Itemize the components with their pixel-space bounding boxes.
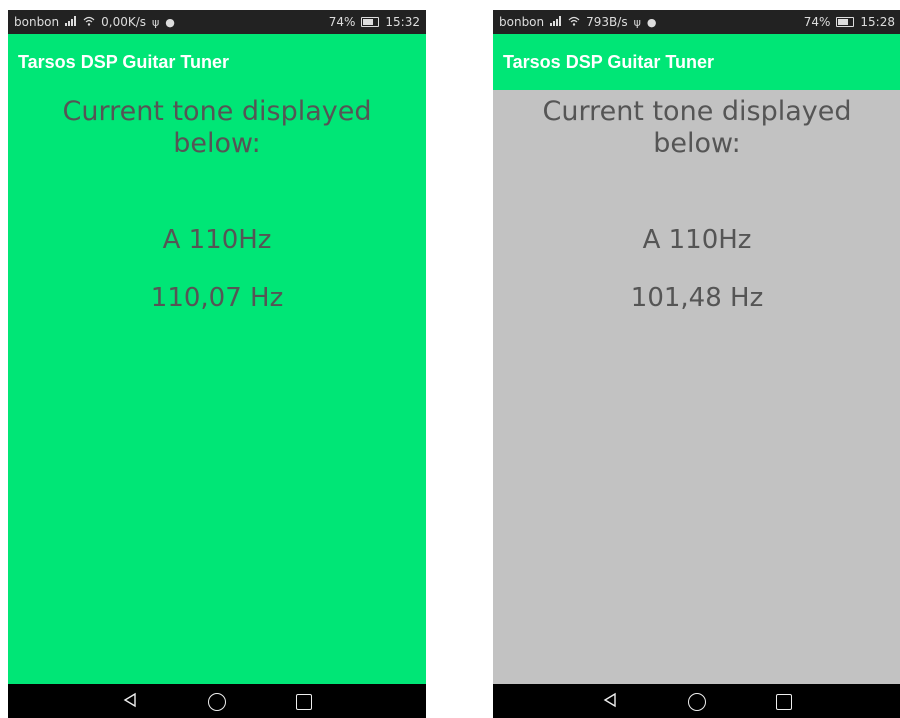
clock: 15:28 [860, 15, 895, 29]
battery-percent: 74% [328, 15, 356, 29]
app-bar: Tarsos DSP Guitar Tuner [8, 34, 426, 90]
tuner-display: Current tone displayed below: A 110Hz 11… [8, 90, 426, 684]
carrier-label: bonbon [499, 15, 545, 29]
back-icon[interactable] [122, 692, 138, 712]
detected-frequency: 110,07 Hz [150, 282, 284, 313]
tone-heading: Current tone displayed below: [542, 96, 852, 160]
tone-heading: Current tone displayed below: [62, 96, 372, 160]
wifi-icon [83, 16, 95, 29]
signal-icon [550, 15, 562, 29]
messenger-icon: ● [165, 15, 175, 29]
app-bar: Tarsos DSP Guitar Tuner [493, 34, 900, 90]
recent-apps-icon[interactable] [296, 694, 312, 710]
navigation-bar [493, 684, 900, 718]
detected-frequency: 101,48 Hz [630, 282, 764, 313]
network-speed: 0,00K/s [101, 15, 147, 29]
wifi-icon [568, 16, 580, 29]
battery-icon [361, 17, 380, 27]
status-bar: bonbon 0,00K/s ψ ● 74% 15:32 [8, 10, 426, 34]
recent-apps-icon[interactable] [776, 694, 792, 710]
app-title: Tarsos DSP Guitar Tuner [503, 51, 715, 72]
home-icon[interactable] [208, 693, 226, 711]
usb-icon: ψ [633, 15, 641, 29]
battery-percent: 74% [803, 15, 831, 29]
usb-icon: ψ [152, 15, 160, 29]
clock: 15:32 [385, 15, 420, 29]
home-icon[interactable] [688, 693, 706, 711]
target-note: A 110Hz [642, 224, 752, 255]
tuner-display: Current tone displayed below: A 110Hz 10… [493, 90, 900, 684]
navigation-bar [8, 684, 426, 718]
carrier-label: bonbon [14, 15, 60, 29]
phone-screen-in-tune: bonbon 0,00K/s ψ ● 74% 15:32 Tarsos DSP … [8, 10, 426, 718]
target-note: A 110Hz [162, 224, 272, 255]
signal-icon [65, 15, 77, 29]
messenger-icon: ● [646, 15, 657, 29]
back-icon[interactable] [602, 692, 618, 712]
battery-icon [836, 17, 855, 27]
status-bar: bonbon 793B/s ψ ● 74% 15:28 [493, 10, 900, 34]
phone-screen-off-tune: bonbon 793B/s ψ ● 74% 15:28 Tarsos DSP G… [493, 10, 900, 718]
app-title: Tarsos DSP Guitar Tuner [18, 51, 230, 72]
network-speed: 793B/s [586, 15, 628, 29]
